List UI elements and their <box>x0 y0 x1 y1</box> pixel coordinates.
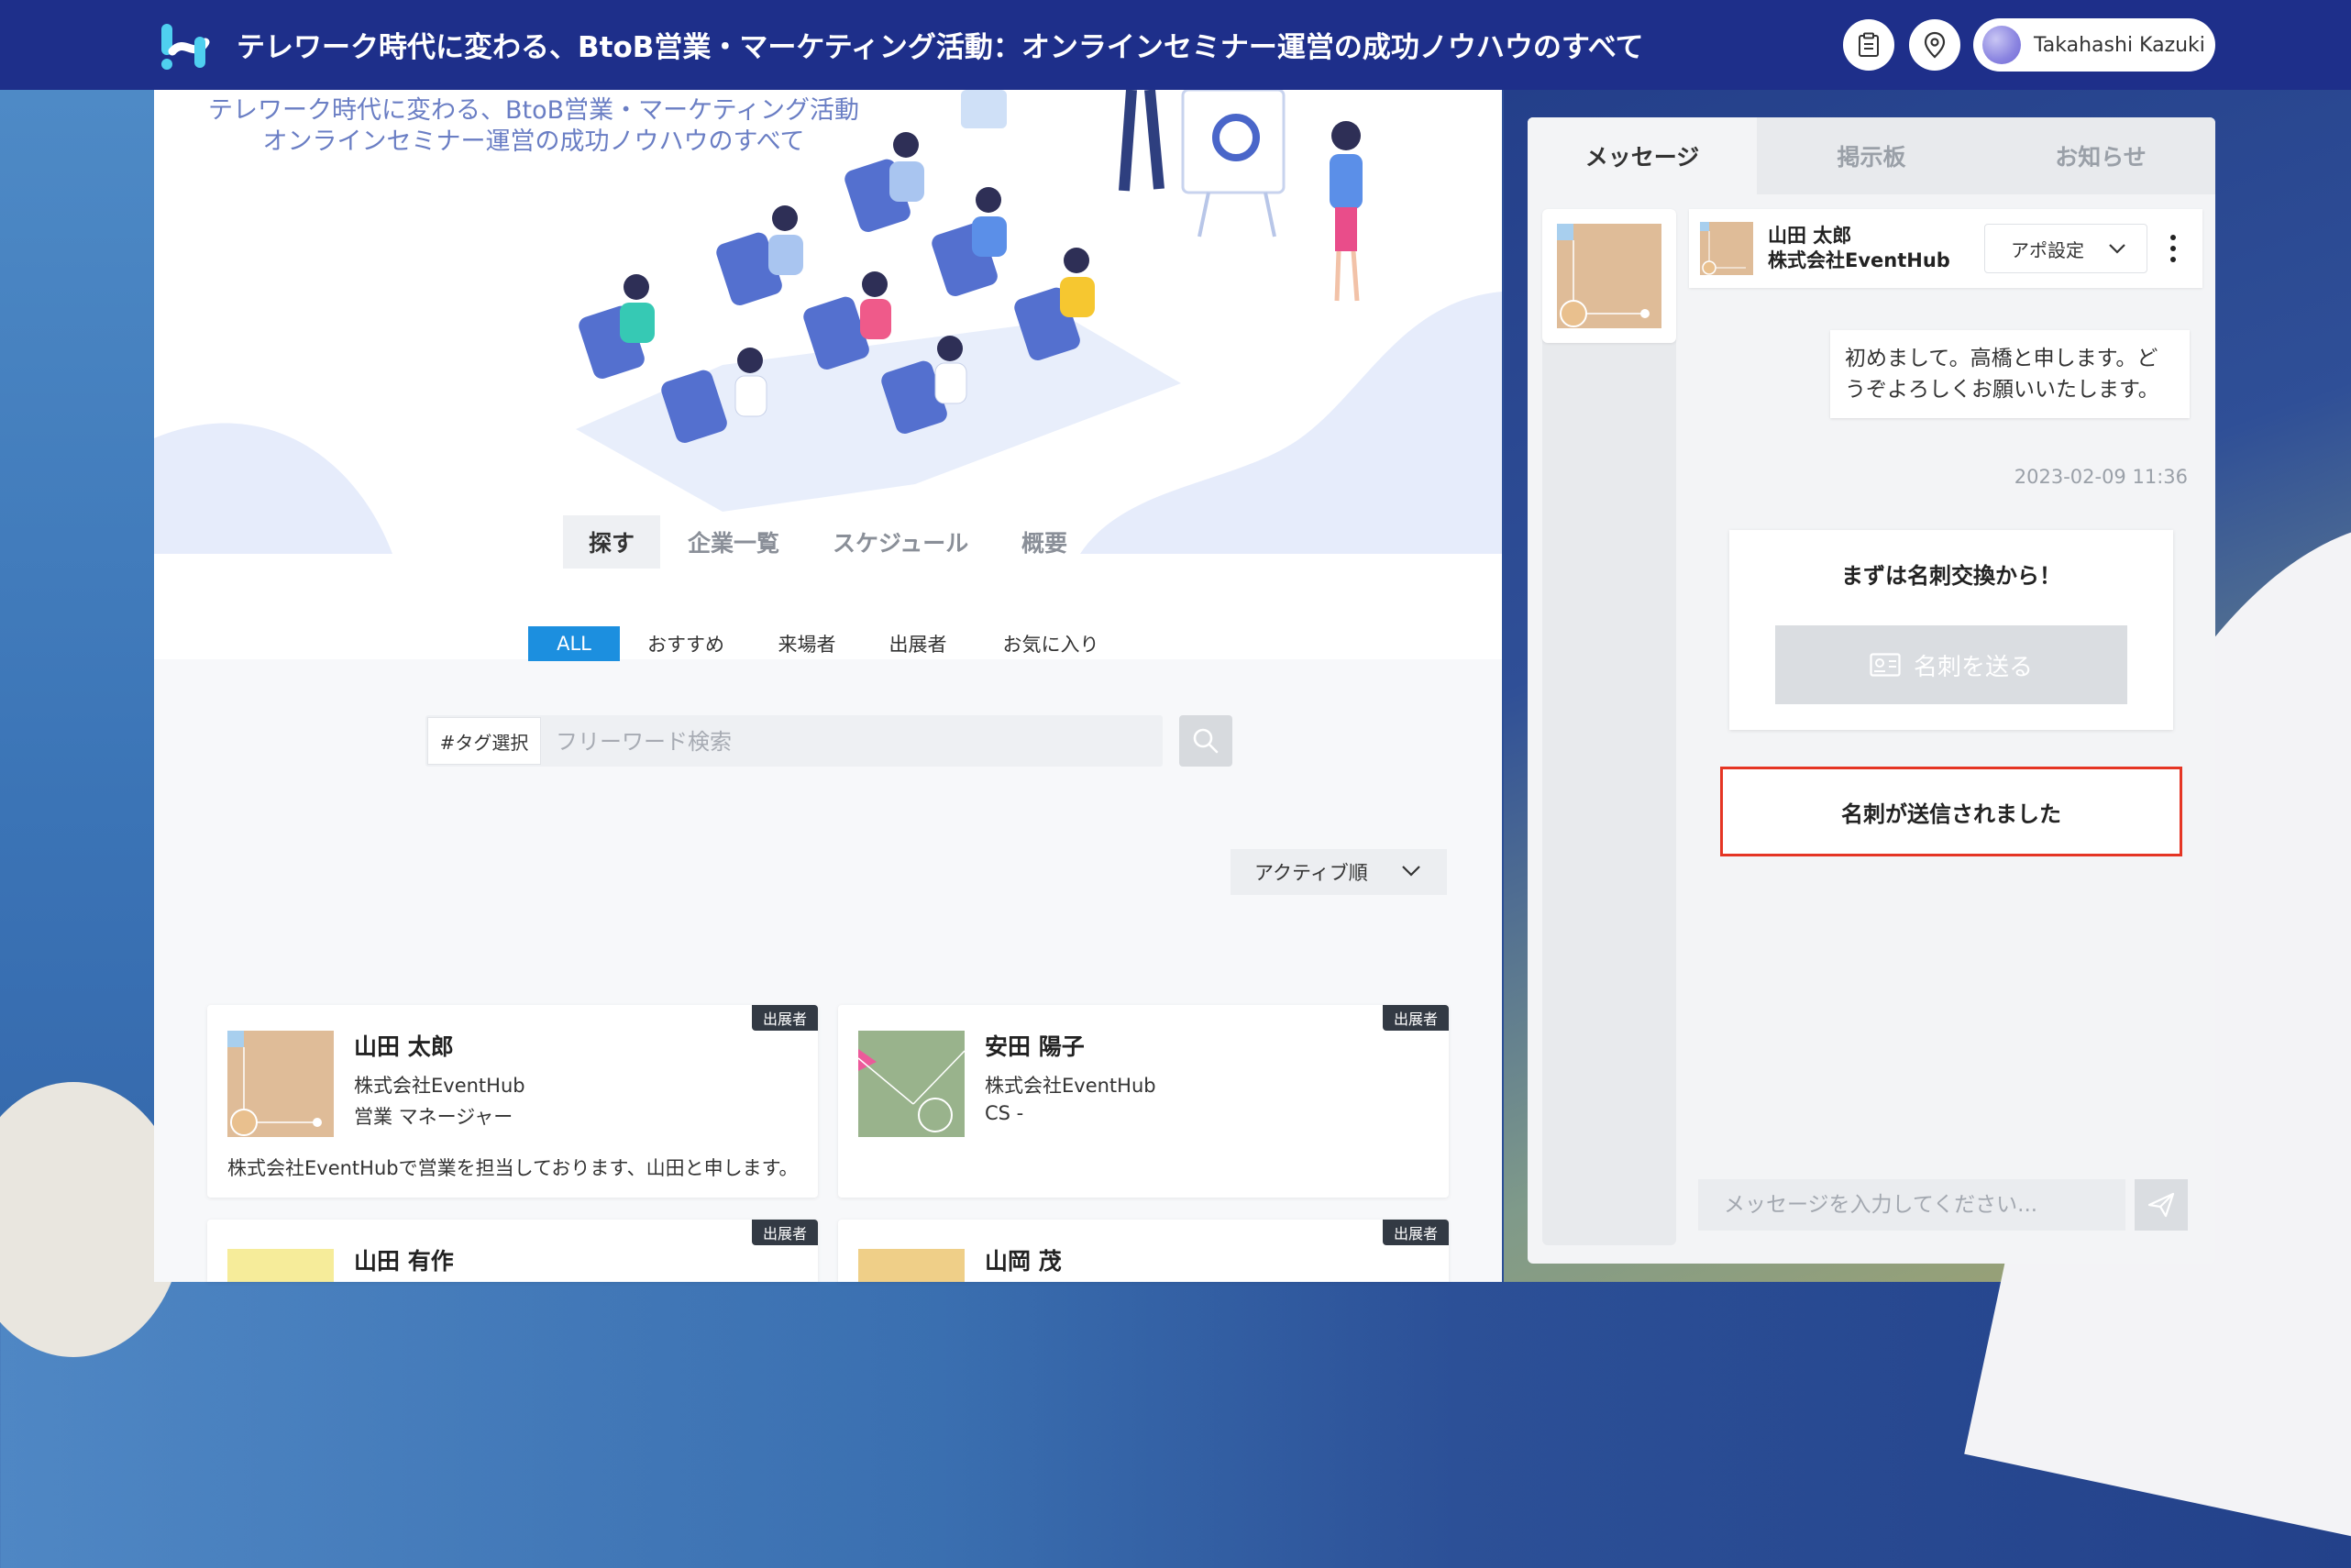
card-sent-notice: 名刺が送信されました <box>1720 767 2182 856</box>
business-card-icon <box>1870 653 1901 677</box>
chat-header: 山田 太郎 株式会社EventHub アポ設定 <box>1689 209 2202 288</box>
sort-label: アクティブ順 <box>1254 862 1368 884</box>
send-message-button[interactable] <box>2135 1179 2188 1231</box>
filter-visitors[interactable]: 来場者 <box>767 626 847 661</box>
chat-panel: メッセージ 掲示板 お知らせ 山田 太郎 株式会社EventHub アポ設定 初… <box>1528 117 2215 1264</box>
chat-tab-notices[interactable]: お知らせ <box>1986 117 2215 194</box>
hero-banner: テレワーク時代に変わる、BtoB営業・マーケティング活動 オンラインセミナー運営… <box>154 90 1502 554</box>
user-avatar <box>1982 26 2021 64</box>
sort-select[interactable]: アクティブ順 <box>1231 849 1447 895</box>
hero-caption: テレワーク時代に変わる、BtoB営業・マーケティング活動 オンラインセミナー運営… <box>187 95 880 158</box>
participant-company: 株式会社EventHub <box>354 1075 525 1097</box>
message-bubble: 初めまして。高橋と申します。どうぞよろしくお願いいたします。 <box>1830 330 2190 418</box>
user-menu[interactable]: Takahashi Kazuki <box>1973 18 2215 72</box>
chat-contact-info: 山田 太郎 株式会社EventHub <box>1768 224 1950 273</box>
tab-overview[interactable]: 概要 <box>996 515 1093 569</box>
tag-select-button[interactable]: #タグ選択 <box>427 717 541 765</box>
user-name: Takahashi Kazuki <box>2034 33 2205 57</box>
send-icon <box>2147 1192 2175 1218</box>
tab-search[interactable]: 探す <box>563 515 661 569</box>
search-input[interactable] <box>554 717 1153 767</box>
clipboard-button[interactable] <box>1843 19 1894 71</box>
message-input[interactable] <box>1698 1179 2125 1231</box>
send-business-card-button[interactable]: 名刺を送る <box>1775 625 2127 704</box>
participant-card[interactable]: 出展者 山田 有作 <box>207 1220 818 1282</box>
send-business-card-label: 名刺を送る <box>1913 653 2033 681</box>
participant-name: 山岡 茂 <box>985 1248 1062 1275</box>
participant-avatar <box>858 1249 965 1282</box>
participant-company: 株式会社EventHub <box>985 1075 1156 1097</box>
participant-card[interactable]: 出展者 山岡 茂 <box>838 1220 1449 1282</box>
tab-companies[interactable]: 企業一覧 <box>662 515 805 569</box>
message-timestamp: 2023-02-09 11:36 <box>2014 466 2188 488</box>
participant-avatar <box>227 1031 334 1137</box>
contact-avatar <box>1557 224 1661 328</box>
card-badge: 出展者 <box>751 1005 818 1031</box>
participant-name: 山田 太郎 <box>354 1033 454 1060</box>
filter-all[interactable]: ALL <box>528 626 620 661</box>
hero-caption-line1: テレワーク時代に変わる、BtoB営業・マーケティング活動 <box>208 96 859 125</box>
contact-item[interactable] <box>1542 209 1676 343</box>
chat-tab-board[interactable]: 掲示板 <box>1757 117 1986 194</box>
card-badge: 出展者 <box>1382 1005 1449 1031</box>
filter-recommended[interactable]: おすすめ <box>642 626 730 661</box>
more-options-icon[interactable] <box>2168 233 2179 264</box>
location-button[interactable] <box>1909 19 1960 71</box>
card-badge: 出展者 <box>1382 1220 1449 1245</box>
participant-avatar <box>227 1249 334 1282</box>
card-badge: 出展者 <box>751 1220 818 1245</box>
chat-tabs: メッセージ 掲示板 お知らせ <box>1528 117 2215 194</box>
filter-favorites[interactable]: お気に入り <box>994 626 1108 661</box>
participant-role: 営業 マネージャー <box>354 1106 513 1128</box>
participant-card[interactable]: 出展者 安田 陽子 株式会社EventHub CS - <box>838 1005 1449 1198</box>
chevron-down-icon <box>2109 244 2125 254</box>
chat-contact-avatar <box>1700 222 1753 275</box>
chat-contact-name: 山田 太郎 <box>1768 225 1852 247</box>
participant-name: 安田 陽子 <box>985 1033 1085 1060</box>
participant-description: 株式会社EventHubで営業を担当しております、山田と申します。 <box>227 1157 799 1179</box>
clipboard-icon <box>1859 32 1879 57</box>
filter-exhibitors[interactable]: 出展者 <box>877 626 959 661</box>
participant-avatar <box>858 1031 965 1137</box>
app-logo[interactable] <box>158 18 211 72</box>
appointment-label: アポ設定 <box>2011 238 2084 261</box>
contact-list <box>1542 209 1676 1245</box>
location-pin-icon <box>1924 31 1946 59</box>
top-header-bar: テレワーク時代に変わる、BtoB営業・マーケティング活動：オンラインセミナー運営… <box>0 0 2351 90</box>
business-card-exchange-box: まずは名刺交換から！ 名刺を送る <box>1729 530 2173 730</box>
card-exchange-prompt: まずは名刺交換から！ <box>1841 563 2061 589</box>
search-button[interactable] <box>1179 715 1232 767</box>
hero-caption-line2: オンラインセミナー運営の成功ノウハウのすべて <box>262 127 805 156</box>
participant-role: CS - <box>985 1102 1024 1124</box>
chat-contact-company: 株式会社EventHub <box>1768 249 1950 271</box>
tab-schedule[interactable]: スケジュール <box>807 515 994 569</box>
participant-name: 山田 有作 <box>354 1248 454 1275</box>
appointment-select[interactable]: アポ設定 <box>1984 224 2147 273</box>
search-icon <box>1193 728 1219 754</box>
seminar-illustration <box>154 90 1502 554</box>
chevron-down-icon <box>1402 866 1420 877</box>
participant-card[interactable]: 出展者 山田 太郎 株式会社EventHub 営業 マネージャー 株式会社Eve… <box>207 1005 818 1198</box>
event-title: テレワーク時代に変わる、BtoB営業・マーケティング活動：オンラインセミナー運営… <box>237 31 1644 64</box>
chat-tab-messages[interactable]: メッセージ <box>1528 117 1757 194</box>
